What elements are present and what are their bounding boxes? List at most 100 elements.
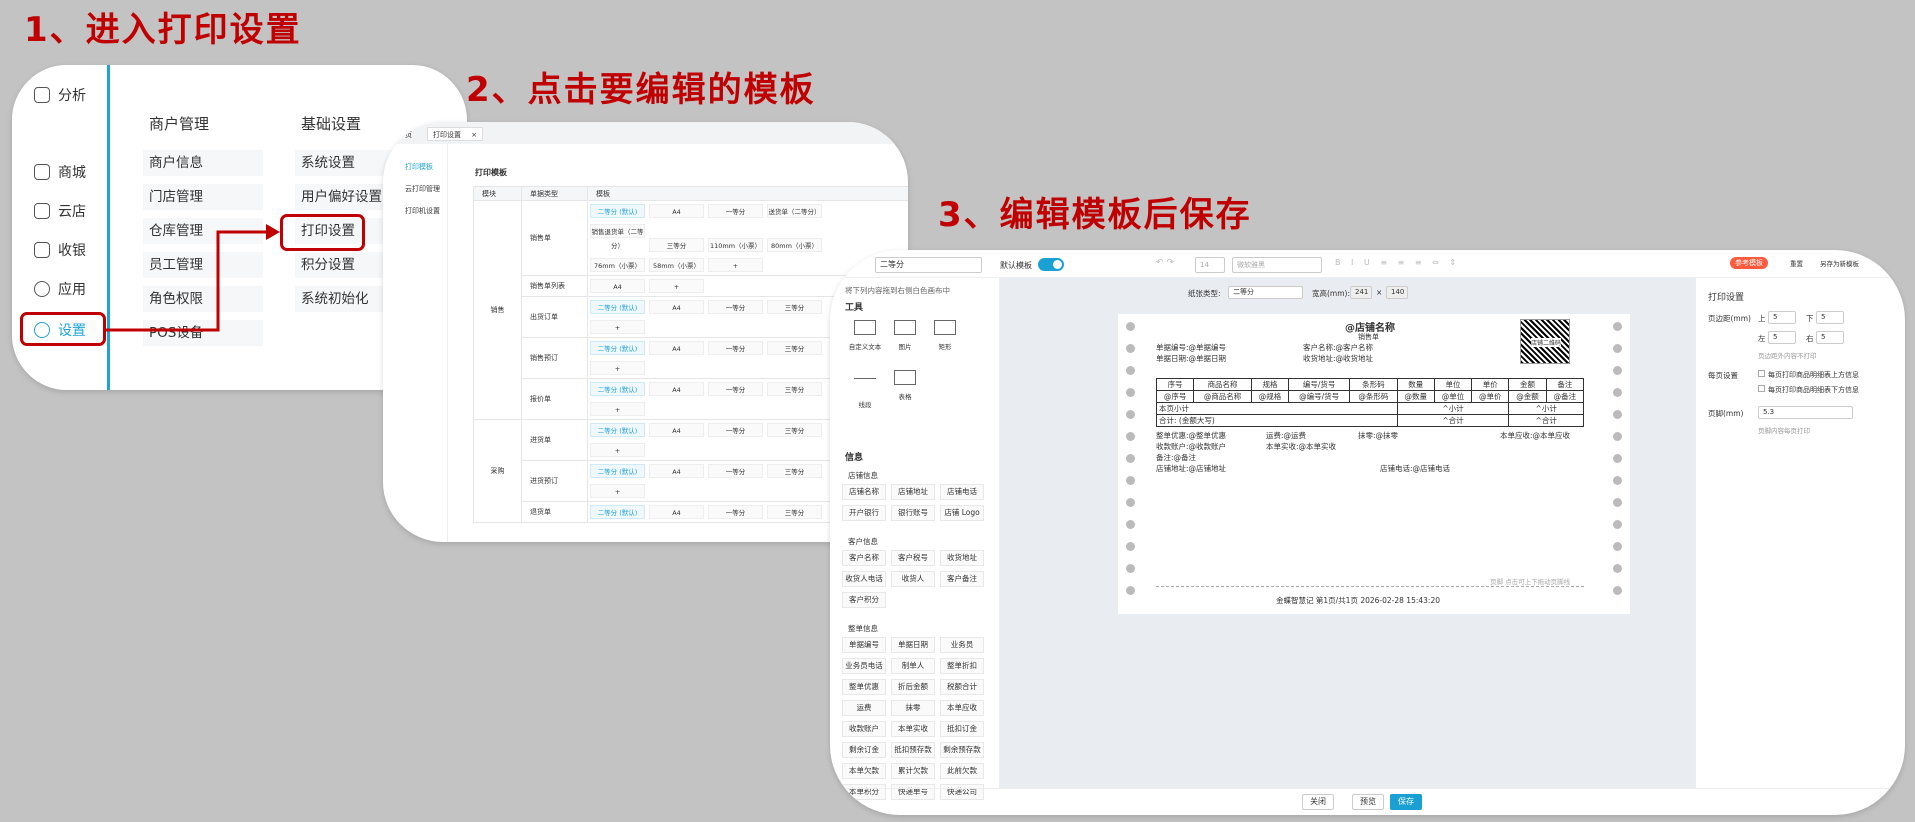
add-template-button[interactable]: + [590,361,645,375]
qr-code[interactable]: 店铺二维码 [1520,319,1570,364]
template-chip[interactable]: A4 [649,423,704,437]
format-tools-icon[interactable]: B I U ≡ ≡ ≡ ⇔ ⇕ [1335,258,1460,267]
menu-item-merchant-info[interactable]: 商户信息 [143,150,263,176]
template-chip[interactable]: 三等分 [767,464,822,478]
info-field-button[interactable]: 业务员电话 [842,658,886,674]
info-field-button[interactable]: 本单应收 [940,700,984,716]
info-field-button[interactable]: 剩余订金 [842,742,886,758]
info-field-button[interactable]: 单据日期 [891,637,935,653]
template-chip[interactable]: 三等分 [767,505,822,519]
info-field-button[interactable]: 税额合计 [940,679,984,695]
margin-left-input[interactable]: 5 [1768,331,1796,344]
template-chip[interactable]: A4 [649,300,704,314]
close-button[interactable]: 关闭 [1302,794,1334,810]
info-group-title[interactable]: 整单信息 [848,623,878,634]
page-opt2-checkbox[interactable]: 每页打印商品明细表下方信息 [1758,385,1859,395]
nav-printer-settings[interactable]: 打印机设置 [405,206,440,216]
template-chip[interactable]: 三等分 [767,300,822,314]
template-chip[interactable]: 一等分 [708,464,763,478]
info-field-button[interactable]: 本单欠款 [842,763,886,779]
info-field-button[interactable]: 收货地址 [940,550,984,566]
template-chip[interactable]: 二等分 (默认) [590,382,645,396]
add-template-button[interactable]: + [590,443,645,457]
tab-print-settings[interactable]: 打印设置 × [427,127,484,141]
nav-cloud-print[interactable]: 云打印管理 [405,184,440,194]
tab-prev[interactable]: 页 [405,130,412,140]
template-chip[interactable]: 二等分 (默认) [590,341,645,355]
menu-item-staff-mgmt[interactable]: 员工管理 [143,252,263,278]
goods-table[interactable]: 序号 商品名称 规格 编号/货号 条形码 数量 单位 单价 金额 备注 @序号 @商品名称 @规格 @编号… [1155,378,1585,427]
template-chip[interactable]: 三等分 [649,238,704,252]
info-field-button[interactable]: 店铺 Logo [940,505,984,521]
template-chip[interactable]: 三等分 [767,423,822,437]
sidebar-item-cashier[interactable]: 收银 [34,240,86,260]
info-field-button[interactable]: 店铺名称 [842,484,886,500]
info-field-button[interactable]: 剩余预存款 [940,742,984,758]
template-chip[interactable]: 二等分 (默认) [590,204,645,218]
info-field-button[interactable]: 客户备注 [940,571,984,587]
default-toggle[interactable] [1038,258,1064,271]
info-field-button[interactable]: 抵扣订金 [940,721,984,737]
info-field-button[interactable]: 客户税号 [891,550,935,566]
template-chip[interactable]: 58mm（小票） [649,258,704,272]
menu-item-roles[interactable]: 角色权限 [143,286,263,312]
info-field-button[interactable]: 累计欠款 [891,763,935,779]
template-chip[interactable]: 二等分 (默认) [590,300,645,314]
info-field-button[interactable]: 本单实收 [891,721,935,737]
info-field-button[interactable]: 整单折扣 [940,658,984,674]
sidebar-item-mall[interactable]: 商城 [34,162,86,182]
info-field-button[interactable]: 客户名称 [842,550,886,566]
template-chip[interactable]: A4 [649,382,704,396]
address-field[interactable]: 收货地址:@收货地址 [1303,353,1373,364]
info-field-button[interactable]: 单据编号 [842,637,886,653]
add-template-button[interactable]: + [590,402,645,416]
font-family-select[interactable]: 微软雅黑 [1232,257,1322,273]
width-field[interactable]: 241 [1350,286,1372,299]
info-field-button[interactable]: 抹零 [891,700,935,716]
info-field-button[interactable]: 运费 [842,700,886,716]
info-field-button[interactable]: 店铺地址 [891,484,935,500]
template-chip[interactable]: A4 [649,464,704,478]
info-group-title[interactable]: 店铺信息 [848,470,878,481]
info-field-button[interactable]: 此前欠款 [940,763,984,779]
tool-item[interactable]: 表格 [888,370,922,401]
template-chip[interactable]: 80mm（小票） [767,238,822,252]
info-field-button[interactable]: 银行账号 [891,505,935,521]
save-button[interactable]: 保存 [1390,794,1422,810]
paper-type-select[interactable]: 二等分 [1228,286,1303,299]
footer-input[interactable]: 5.3 [1758,406,1853,419]
paper-field[interactable]: 本单实收:@本单实收 [1266,441,1336,452]
nav-print-templates[interactable]: 打印模板 [405,162,433,172]
template-chip[interactable]: 一等分 [708,423,763,437]
tool-item[interactable]: 自定义文本 [848,320,882,351]
template-chip[interactable]: 一等分 [708,341,763,355]
info-field-button[interactable]: 开户银行 [842,505,886,521]
template-chip[interactable]: 一等分 [708,382,763,396]
menu-item-store-mgmt[interactable]: 门店管理 [143,184,263,210]
sidebar-item-apps[interactable]: 应用 [34,279,86,299]
template-chip[interactable]: A4 [649,204,704,218]
paper-field[interactable]: 店铺电话:@店铺电话 [1380,463,1450,474]
info-group-title[interactable]: 客户信息 [848,536,878,547]
paper-field[interactable]: 收款账户:@收款账户 [1156,441,1226,452]
info-field-button[interactable]: 店铺电话 [940,484,984,500]
template-chip[interactable]: 110mm（小票） [708,238,763,252]
add-template-button[interactable]: + [708,258,763,272]
undo-redo-icon[interactable]: ↶ ↷ [1156,258,1174,268]
template-chip[interactable]: A4 [649,505,704,519]
paper-field[interactable]: 抹零:@抹零 [1358,430,1398,441]
add-template-button[interactable]: + [590,484,645,498]
template-chip[interactable]: 销售退货单（二等分） [590,224,645,250]
sidebar-item-cloud-store[interactable]: 云店 [34,201,86,221]
template-chip[interactable]: 二等分 (默认) [590,423,645,437]
tool-item[interactable]: 图片 [888,320,922,351]
template-chip[interactable]: 二等分 (默认) [590,464,645,478]
font-size-select[interactable]: 14 [1195,257,1225,273]
template-chip[interactable]: 76mm（小票） [590,258,645,272]
menu-item-pos[interactable]: POS设备 [143,320,263,346]
customer-name-field[interactable]: 客户名称:@客户名称 [1303,342,1373,353]
info-field-button[interactable]: 业务员 [940,637,984,653]
info-field-button[interactable]: 收货人 [891,571,935,587]
info-field-button[interactable]: 客户积分 [842,592,886,608]
template-chip[interactable]: 送货单（二等分） [767,204,822,218]
